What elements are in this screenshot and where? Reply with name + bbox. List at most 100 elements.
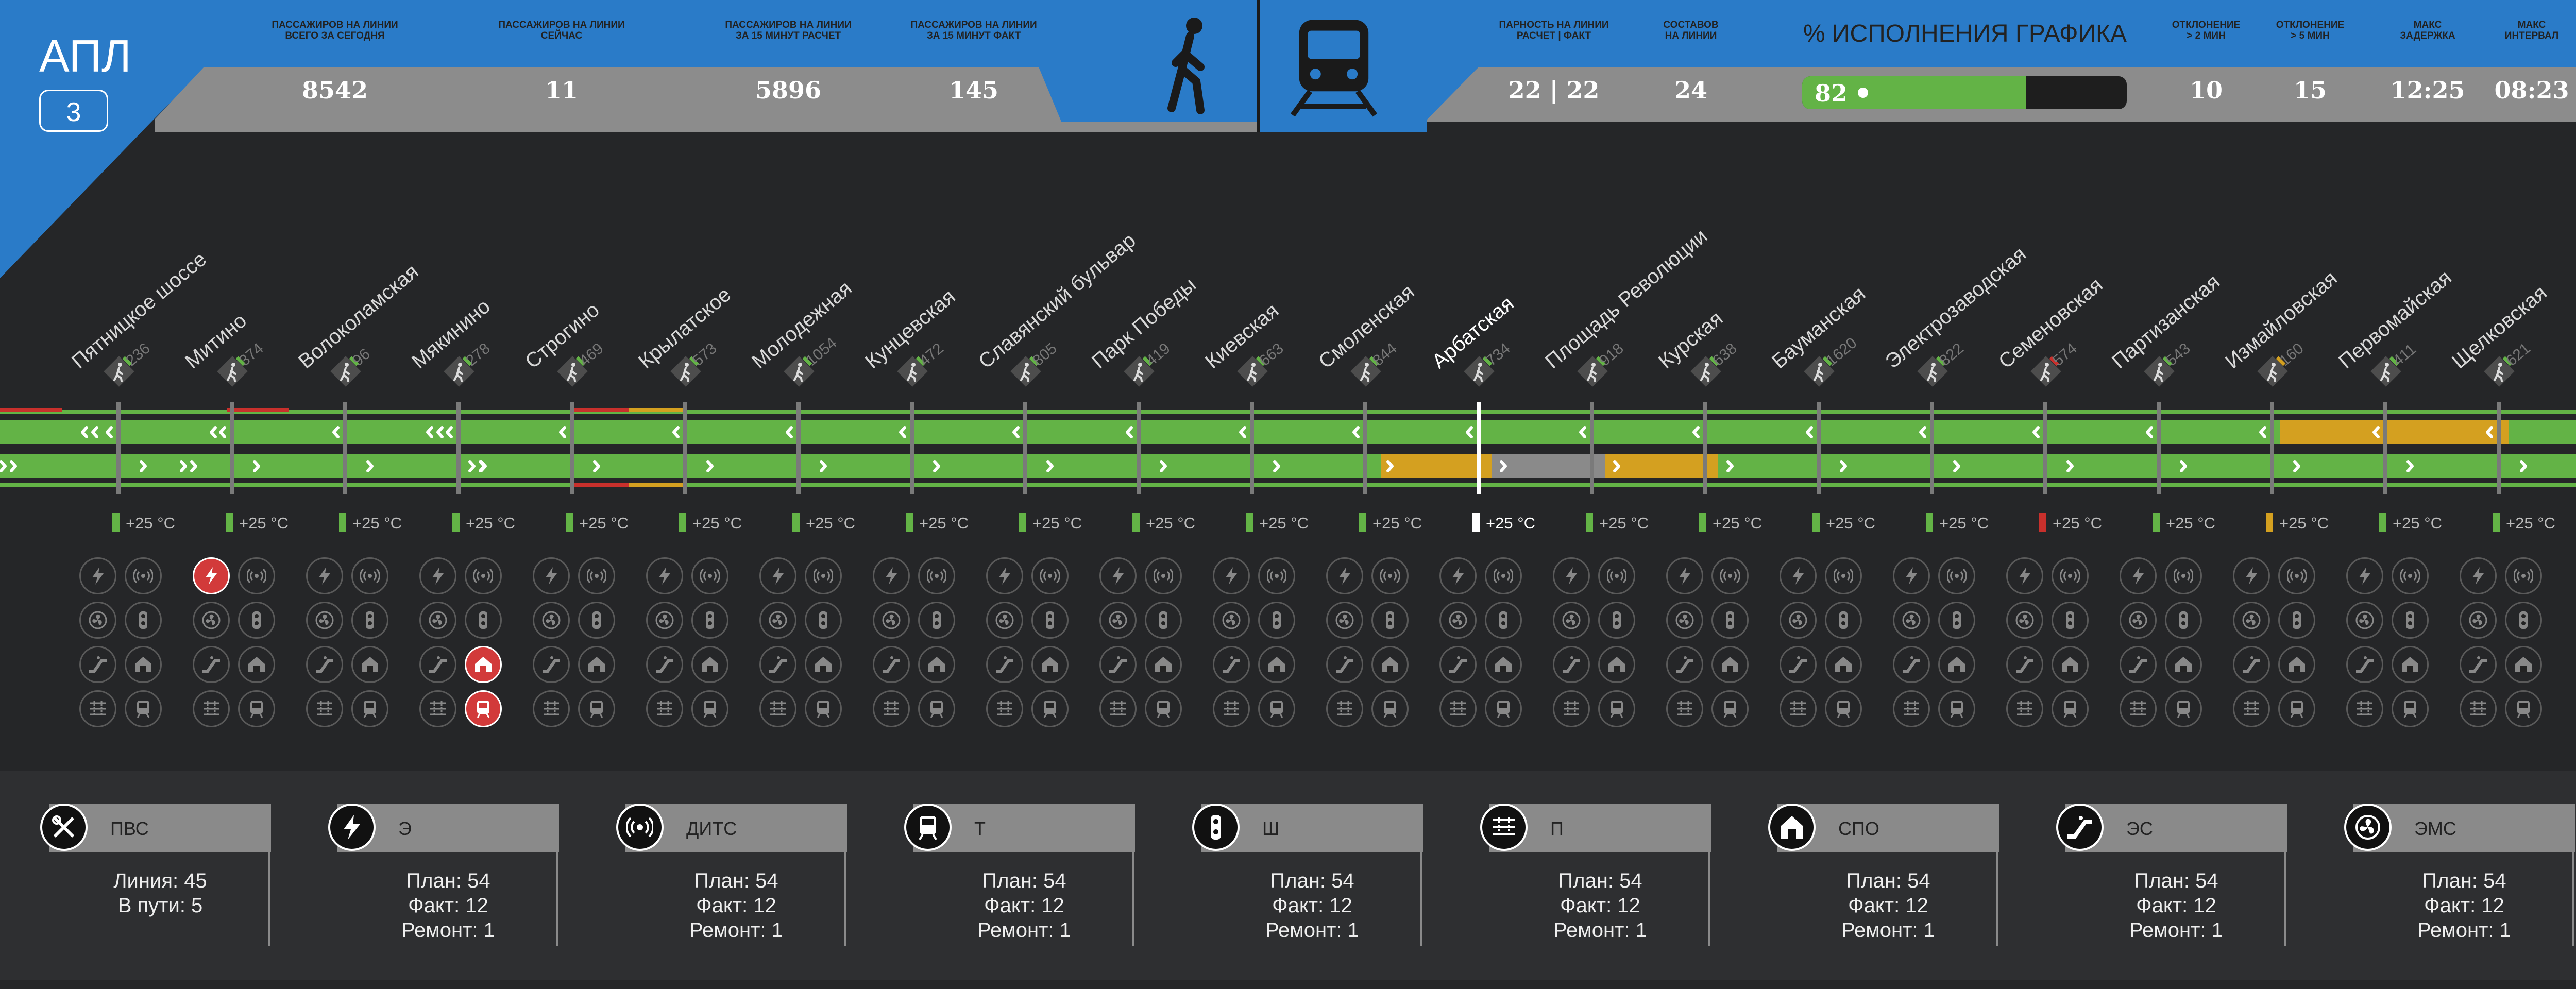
shelter-icon[interactable] [1938, 646, 1975, 683]
traffic-light-icon[interactable] [1258, 602, 1295, 639]
service-card[interactable]: Э План: 54 Факт: 12 Ремонт: 1 [328, 804, 559, 946]
train-icon[interactable] [351, 690, 388, 727]
line-number-badge[interactable]: 3 [39, 90, 108, 132]
traffic-light-icon[interactable] [578, 602, 615, 639]
fan-icon[interactable] [2233, 602, 2270, 639]
shelter-icon[interactable] [351, 646, 388, 683]
fan-icon[interactable] [873, 602, 910, 639]
signal-icon[interactable] [2392, 557, 2429, 594]
shelter-icon[interactable] [1825, 646, 1862, 683]
fan-icon[interactable] [646, 602, 683, 639]
signal-icon[interactable] [1485, 557, 1522, 594]
signal-icon[interactable] [2278, 557, 2315, 594]
signal-icon[interactable] [465, 557, 502, 594]
train-icon[interactable] [2052, 690, 2089, 727]
traffic-light-icon[interactable] [691, 602, 728, 639]
escalator-icon[interactable] [1213, 646, 1250, 683]
fan-icon[interactable] [2346, 602, 2383, 639]
fan-icon[interactable] [1553, 602, 1590, 639]
signal-icon[interactable] [351, 557, 388, 594]
shelter-icon[interactable] [125, 646, 162, 683]
signal-icon[interactable] [918, 557, 955, 594]
lightning-icon[interactable] [646, 557, 683, 594]
fan-icon[interactable] [2006, 602, 2043, 639]
signal-icon[interactable] [238, 557, 275, 594]
train-kpi-value[interactable]: 22 | 22 [1477, 76, 1631, 104]
train-icon[interactable] [1598, 690, 1635, 727]
fan-icon[interactable] [79, 602, 116, 639]
train-icon[interactable] [1031, 690, 1069, 727]
escalator-icon[interactable] [79, 646, 116, 683]
fan-icon[interactable] [2460, 602, 2497, 639]
track-icon[interactable] [759, 690, 796, 727]
lightning-icon[interactable] [2460, 557, 2497, 594]
track-icon[interactable] [193, 690, 230, 727]
train-icon[interactable] [1258, 690, 1295, 727]
traffic-light-icon[interactable] [1031, 602, 1069, 639]
service-card[interactable]: ПВС Линия: 45 В пути: 5 [40, 804, 271, 946]
traffic-light-icon[interactable] [465, 602, 502, 639]
shelter-icon[interactable] [238, 646, 275, 683]
fan-icon[interactable] [986, 602, 1023, 639]
shelter-icon[interactable] [1145, 646, 1182, 683]
train-icon[interactable] [2505, 690, 2542, 727]
signal-icon[interactable] [1825, 557, 1862, 594]
traffic-light-icon[interactable] [1485, 602, 1522, 639]
escalator-icon[interactable] [1893, 646, 1930, 683]
deviation-kpi-value[interactable]: 12:25 [2374, 76, 2482, 104]
escalator-icon[interactable] [1666, 646, 1703, 683]
train-icon[interactable] [1371, 690, 1409, 727]
train-icon[interactable] [1938, 690, 1975, 727]
lightning-icon[interactable] [2233, 557, 2270, 594]
traffic-light-icon[interactable] [238, 602, 275, 639]
train-icon[interactable] [1145, 690, 1182, 727]
escalator-icon[interactable] [1553, 646, 1590, 683]
escalator-icon[interactable] [1439, 646, 1477, 683]
shelter-icon[interactable] [918, 646, 955, 683]
shelter-icon[interactable] [1371, 646, 1409, 683]
lightning-icon[interactable] [1099, 557, 1137, 594]
lightning-icon[interactable] [193, 557, 230, 594]
traffic-light-icon[interactable] [351, 602, 388, 639]
fan-icon[interactable] [1439, 602, 1477, 639]
fan-icon[interactable] [2120, 602, 2157, 639]
track-icon[interactable] [646, 690, 683, 727]
service-card[interactable]: СПО План: 54 Факт: 12 Ремонт: 1 [1768, 804, 1999, 946]
train-icon[interactable] [805, 690, 842, 727]
train-icon[interactable] [918, 690, 955, 727]
shelter-icon[interactable] [465, 646, 502, 683]
service-card[interactable]: Ш План: 54 Факт: 12 Ремонт: 1 [1192, 804, 1423, 946]
track-icon[interactable] [1439, 690, 1477, 727]
signal-icon[interactable] [805, 557, 842, 594]
service-card[interactable]: ДИТС План: 54 Факт: 12 Ремонт: 1 [616, 804, 847, 946]
lightning-icon[interactable] [1439, 557, 1477, 594]
track-icon[interactable] [533, 690, 570, 727]
escalator-icon[interactable] [306, 646, 343, 683]
lightning-icon[interactable] [1213, 557, 1250, 594]
lightning-icon[interactable] [306, 557, 343, 594]
lightning-icon[interactable] [2120, 557, 2157, 594]
escalator-icon[interactable] [986, 646, 1023, 683]
train-icon[interactable] [465, 690, 502, 727]
lightning-icon[interactable] [2006, 557, 2043, 594]
track-icon[interactable] [2006, 690, 2043, 727]
track-icon[interactable] [2460, 690, 2497, 727]
traffic-light-icon[interactable] [1145, 602, 1182, 639]
traffic-light-icon[interactable] [2278, 602, 2315, 639]
traffic-light-icon[interactable] [1938, 602, 1975, 639]
signal-icon[interactable] [1938, 557, 1975, 594]
shelter-icon[interactable] [578, 646, 615, 683]
lightning-icon[interactable] [1780, 557, 1817, 594]
signal-icon[interactable] [1145, 557, 1182, 594]
lightning-icon[interactable] [79, 557, 116, 594]
shelter-icon[interactable] [1258, 646, 1295, 683]
fan-icon[interactable] [306, 602, 343, 639]
lightning-icon[interactable] [1893, 557, 1930, 594]
signal-icon[interactable] [2052, 557, 2089, 594]
shelter-icon[interactable] [1031, 646, 1069, 683]
signal-icon[interactable] [1711, 557, 1749, 594]
deviation-kpi-value[interactable]: 15 [2256, 76, 2364, 104]
track-icon[interactable] [2233, 690, 2270, 727]
track-icon[interactable] [1553, 690, 1590, 727]
escalator-icon[interactable] [419, 646, 456, 683]
